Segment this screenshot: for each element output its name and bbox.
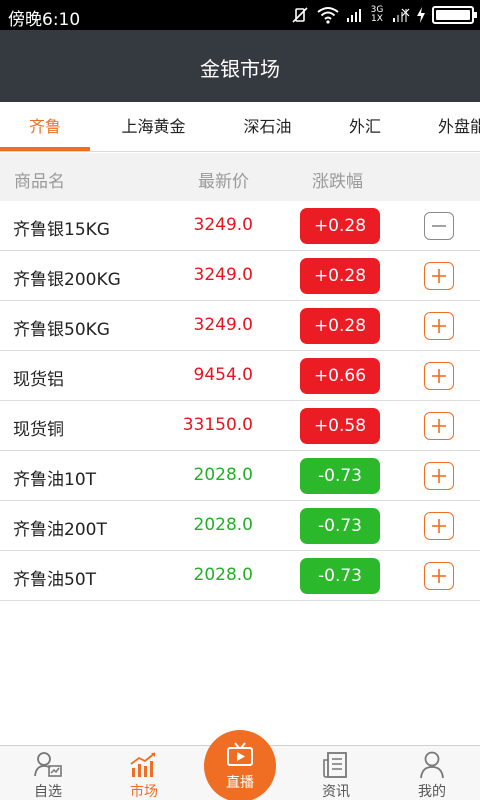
add-watchlist-button[interactable]	[424, 262, 454, 290]
battery-icon	[432, 6, 477, 24]
list-item[interactable]: 齐鲁油50T 2028.0 -0.73	[0, 551, 480, 601]
change-badge: +0.66	[300, 358, 380, 394]
page-title: 金银市场	[200, 57, 280, 81]
bar-chart-icon	[130, 752, 156, 777]
column-change: 涨跌幅	[312, 172, 363, 192]
tab-qilu[interactable]: 齐鲁	[0, 102, 90, 151]
latest-price: 9454.0	[193, 365, 253, 385]
signal-icon	[347, 9, 361, 22]
commodity-name: 齐鲁油200T	[13, 520, 107, 540]
wifi-icon	[317, 7, 339, 24]
list-item[interactable]: 齐鲁银200KG 3249.0 +0.28	[0, 251, 480, 301]
plus-icon	[432, 369, 446, 383]
vibrate-off-icon	[292, 7, 308, 23]
user-icon	[420, 751, 444, 779]
change-badge: -0.73	[300, 508, 380, 544]
latest-price: 3249.0	[193, 265, 253, 285]
add-watchlist-button[interactable]	[424, 362, 454, 390]
tab-shanghai-gold[interactable]: 上海黄金	[106, 102, 201, 151]
commodity-name: 齐鲁银15KG	[13, 220, 110, 240]
latest-price: 2028.0	[193, 515, 253, 535]
change-badge: +0.28	[300, 308, 380, 344]
nav-market[interactable]: 市场	[96, 746, 192, 800]
commodity-name: 现货铜	[13, 420, 64, 440]
category-tabs: 齐鲁 上海黄金 深石油 外汇 外盘能	[0, 102, 480, 152]
commodity-name: 齐鲁银50KG	[13, 320, 110, 340]
latest-price: 3249.0	[193, 315, 253, 335]
tv-icon	[227, 742, 253, 766]
latest-price: 3249.0	[193, 215, 253, 235]
remove-watchlist-button[interactable]	[424, 212, 454, 240]
column-name: 商品名	[14, 172, 65, 192]
newspaper-icon	[323, 752, 347, 778]
nav-watchlist[interactable]: 自选	[0, 746, 96, 800]
plus-icon	[432, 419, 446, 433]
nav-watchlist-label: 自选	[34, 784, 62, 800]
tab-forex[interactable]: 外汇	[340, 102, 390, 151]
plus-icon	[432, 269, 446, 283]
active-tab-indicator	[0, 147, 90, 151]
change-badge: +0.28	[300, 208, 380, 244]
charging-icon	[417, 7, 425, 23]
nav-mine[interactable]: 我的	[384, 746, 480, 800]
change-badge: +0.28	[300, 258, 380, 294]
quote-list: 齐鲁银15KG 3249.0 +0.28 齐鲁银200KG 3249.0 +0.28 齐鲁银…	[0, 201, 480, 601]
network-type: 3G 1X	[370, 5, 384, 24]
commodity-name: 齐鲁油10T	[13, 470, 97, 490]
list-item[interactable]: 齐鲁油10T 2028.0 -0.73	[0, 451, 480, 501]
change-badge: +0.58	[300, 408, 380, 444]
list-item[interactable]: 齐鲁油200T 2028.0 -0.73	[0, 501, 480, 551]
nav-live-button[interactable]: 直播	[204, 730, 276, 800]
latest-price: 2028.0	[193, 465, 253, 485]
minus-icon	[432, 225, 446, 227]
plus-icon	[432, 569, 446, 583]
add-watchlist-button[interactable]	[424, 412, 454, 440]
list-item[interactable]: 齐鲁银15KG 3249.0 +0.28	[0, 201, 480, 251]
add-watchlist-button[interactable]	[424, 462, 454, 490]
plus-icon	[432, 319, 446, 333]
person-chart-icon	[34, 752, 62, 777]
list-item[interactable]: 齐鲁银50KG 3249.0 +0.28	[0, 301, 480, 351]
nav-market-label: 市场	[130, 784, 158, 800]
column-price: 最新价	[198, 172, 249, 192]
nav-live-label: 直播	[226, 775, 254, 791]
status-time: 傍晚6:10	[8, 10, 81, 30]
add-watchlist-button[interactable]	[424, 512, 454, 540]
status-bar: 傍晚6:10 3G 1X	[0, 0, 480, 30]
change-badge: -0.73	[300, 558, 380, 594]
commodity-name: 齐鲁银200KG	[13, 270, 121, 290]
nav-news[interactable]: 资讯	[288, 746, 384, 800]
status-icons: 3G 1X	[290, 4, 477, 26]
add-watchlist-button[interactable]	[424, 562, 454, 590]
commodity-name: 齐鲁油50T	[13, 570, 97, 590]
tab-foreign-energy[interactable]: 外盘能	[438, 102, 480, 151]
latest-price: 33150.0	[182, 415, 253, 435]
signal-weak-icon	[393, 8, 410, 22]
plus-icon	[432, 469, 446, 483]
app-header: 金银市场	[0, 30, 480, 102]
nav-mine-label: 我的	[418, 784, 446, 800]
nav-news-label: 资讯	[322, 784, 350, 800]
change-badge: -0.73	[300, 458, 380, 494]
plus-icon	[432, 519, 446, 533]
latest-price: 2028.0	[193, 565, 253, 585]
commodity-name: 现货铝	[13, 370, 64, 390]
list-item[interactable]: 现货铝 9454.0 +0.66	[0, 351, 480, 401]
add-watchlist-button[interactable]	[424, 312, 454, 340]
list-item[interactable]: 现货铜 33150.0 +0.58	[0, 401, 480, 451]
tab-shenzhen-oil[interactable]: 深石油	[230, 102, 305, 151]
column-header: 商品名 最新价 涨跌幅	[0, 153, 480, 201]
